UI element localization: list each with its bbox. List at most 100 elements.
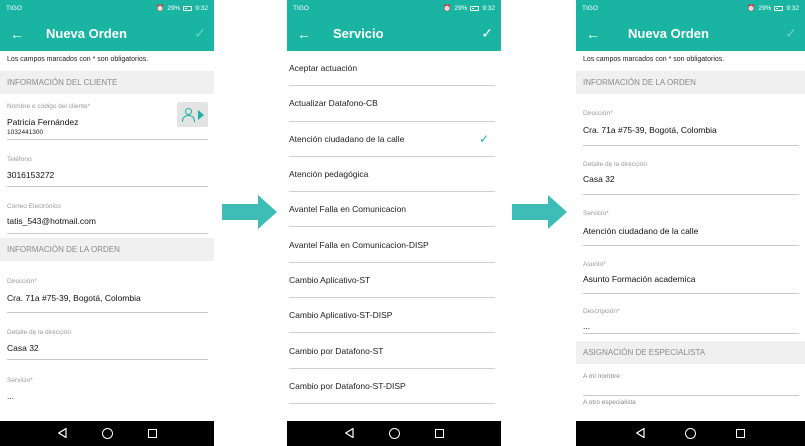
nav-home-icon[interactable] [685, 428, 696, 439]
service-list-item[interactable]: Cambio por Datafono-ST-DISP [289, 369, 495, 404]
nav-recent-apps-icon[interactable] [147, 429, 157, 438]
address-detail-field[interactable]: Detalle de la dirección Casa 32 [576, 146, 805, 195]
description-value: ... [583, 321, 591, 331]
service-item-label: Cambio Aplicativo-ST [289, 274, 371, 285]
status-bar: TIGO ⏰ 29% 9:32 [0, 0, 214, 16]
back-arrow-icon[interactable]: ← [297, 26, 321, 42]
person-icon [181, 107, 196, 122]
address-value: Cra. 71a #75-39, Bogotá, Colombia [583, 125, 717, 135]
service-item-label: Aceptar actuación [289, 63, 358, 74]
required-note: Los campos marcados con * son obligatori… [583, 56, 725, 63]
nav-home-icon[interactable] [388, 428, 400, 439]
service-item-label: Atención ciudadano de la calle [289, 133, 405, 144]
assign-to-me-field[interactable]: A mí nombre [576, 364, 805, 396]
flow-arrow-2-icon [512, 195, 567, 229]
address-label: Dirección* [7, 278, 37, 285]
service-field[interactable]: Servicio* ... [0, 360, 214, 401]
section-order-info: INFORMACIÓN DE LA ORDEN [0, 238, 214, 261]
service-list-item[interactable]: Atención ciudadano de la calle ✓ [289, 122, 495, 157]
service-list: Aceptar actuación Actualizar Datafono-CB A… [287, 51, 501, 404]
battery-percent: 29% [758, 4, 772, 12]
page-title: Servicio [333, 26, 384, 41]
app-bar: ← Nueva Orden ✓ [0, 16, 214, 51]
confirm-check-icon[interactable]: ✓ [194, 25, 206, 42]
address-detail-value: Casa 32 [583, 174, 615, 184]
battery-percent: 29% [454, 4, 468, 12]
client-code: 1032441300 [7, 129, 44, 136]
service-field[interactable]: Servicio* Atención ciudadano de la calle [576, 195, 805, 246]
nav-recent-apps-icon[interactable] [434, 429, 444, 438]
assign-to-me-label: A mí nombre [583, 373, 620, 380]
nav-recent-apps-icon[interactable] [736, 429, 745, 438]
status-bar: TIGO ⏰ 29% 9:32 [287, 0, 501, 16]
phone-field[interactable]: Teléfono 3016153272 [0, 140, 214, 187]
phone-screen-new-order-filled: TIGO ⏰ 29% 9:32 ← Nueva Orden ✓ Los camp… [576, 0, 805, 446]
phone-screen-new-order: TIGO ⏰ 29% 9:32 ← Nueva Orden ✓ Los camp… [0, 0, 214, 446]
address-field[interactable]: Dirección* Cra. 71a #75-39, Bogotá, Colo… [576, 94, 805, 146]
status-bar: TIGO ⏰ 29% 9:32 [576, 0, 805, 16]
address-detail-field[interactable]: Detalle de la dirección Casa 32 [0, 313, 214, 360]
battery-icon [774, 5, 784, 11]
address-detail-label: Detalle de la dirección [583, 161, 647, 168]
address-label: Dirección* [583, 110, 613, 117]
service-list-item[interactable]: Cambio por Datafono-ST [289, 333, 495, 369]
address-field[interactable]: Dirección* Cra. 71a #75-39, Bogotá, Colo… [0, 261, 214, 313]
back-arrow-icon[interactable]: ← [10, 26, 34, 42]
play-arrow-icon [198, 109, 204, 120]
service-item-label: Cambio por Datafono-ST [289, 345, 384, 356]
subject-value: Asunto Formación academica [583, 274, 696, 284]
service-list-item[interactable]: Aceptar actuación [289, 51, 495, 87]
nav-back-icon[interactable] [635, 425, 645, 443]
clock: 9:32 [195, 4, 208, 12]
clock: 9:32 [786, 4, 799, 12]
service-value: ... [7, 391, 15, 401]
service-list-item[interactable]: Avantel Falla en Comunicacion [289, 192, 495, 228]
app-bar: ← Nueva Orden ✓ [576, 16, 805, 51]
phone-label: Teléfono [7, 156, 32, 163]
description-label: Descripción* [583, 308, 620, 315]
clock: 9:32 [482, 4, 495, 12]
description-field[interactable]: Descripción* ... [576, 294, 805, 334]
alarm-icon: ⏰ [156, 5, 165, 12]
required-note: Los campos marcados con * son obligatori… [7, 56, 149, 63]
page-title: Nueva Orden [46, 26, 127, 41]
section-specialist-assignment: ASIGNACIÓN DE ESPECIALISTA [576, 341, 805, 364]
back-arrow-icon[interactable]: ← [586, 26, 610, 42]
subject-field[interactable]: Asunto* Asunto Formación academica [576, 246, 805, 294]
page-title: Nueva Orden [628, 26, 709, 41]
battery-icon [183, 5, 193, 11]
service-value: Atención ciudadano de la calle [583, 226, 699, 236]
nav-back-icon[interactable] [344, 425, 354, 443]
email-label: Correo Electrónico [7, 203, 61, 210]
email-value: tatis_543@hotmail.com [7, 216, 96, 226]
service-item-label: Cambio por Datafono-ST-DISP [289, 380, 406, 391]
android-nav-bar [576, 421, 805, 446]
selected-check-icon: ✓ [478, 131, 489, 146]
service-list-item[interactable]: Avantel Falla en Comunicacion-DISP [289, 227, 495, 263]
service-item-label: Cambio Aplicativo-ST-DISP [289, 310, 393, 321]
service-label: Servicio* [7, 377, 33, 384]
carrier-label: TIGO [582, 4, 598, 12]
service-list-item[interactable]: Actualizar Datafono-CB [289, 86, 495, 122]
android-nav-bar [0, 421, 214, 446]
confirm-check-icon[interactable]: ✓ [785, 25, 797, 42]
service-item-label: Actualizar Datafono-CB [289, 98, 378, 109]
service-item-label: Avantel Falla en Comunicacion [289, 204, 407, 215]
confirm-check-icon[interactable]: ✓ [481, 25, 493, 42]
contact-picker-button[interactable] [177, 102, 208, 127]
client-field[interactable]: Nombre o código del cliente* Patricia Fe… [0, 94, 214, 140]
android-nav-bar [287, 421, 501, 446]
service-list-item[interactable]: Cambio Aplicativo-ST-DISP [289, 298, 495, 334]
assign-other-field[interactable]: A otro especialista [576, 396, 805, 416]
screens-canvas: TIGO ⏰ 29% 9:32 ← Nueva Orden ✓ Los camp… [0, 0, 805, 446]
carrier-label: TIGO [6, 4, 22, 12]
subject-label: Asunto* [583, 261, 606, 268]
service-list-item[interactable]: Cambio Aplicativo-ST [289, 263, 495, 299]
battery-percent: 29% [167, 4, 181, 12]
section-order-info: INFORMACIÓN DE LA ORDEN [576, 71, 805, 94]
email-field[interactable]: Correo Electrónico tatis_543@hotmail.com [0, 187, 214, 234]
service-list-item[interactable]: Atención pedagógica [289, 157, 495, 193]
service-item-label: Avantel Falla en Comunicacion-DISP [289, 239, 429, 250]
nav-back-icon[interactable] [57, 425, 67, 443]
nav-home-icon[interactable] [101, 428, 113, 439]
